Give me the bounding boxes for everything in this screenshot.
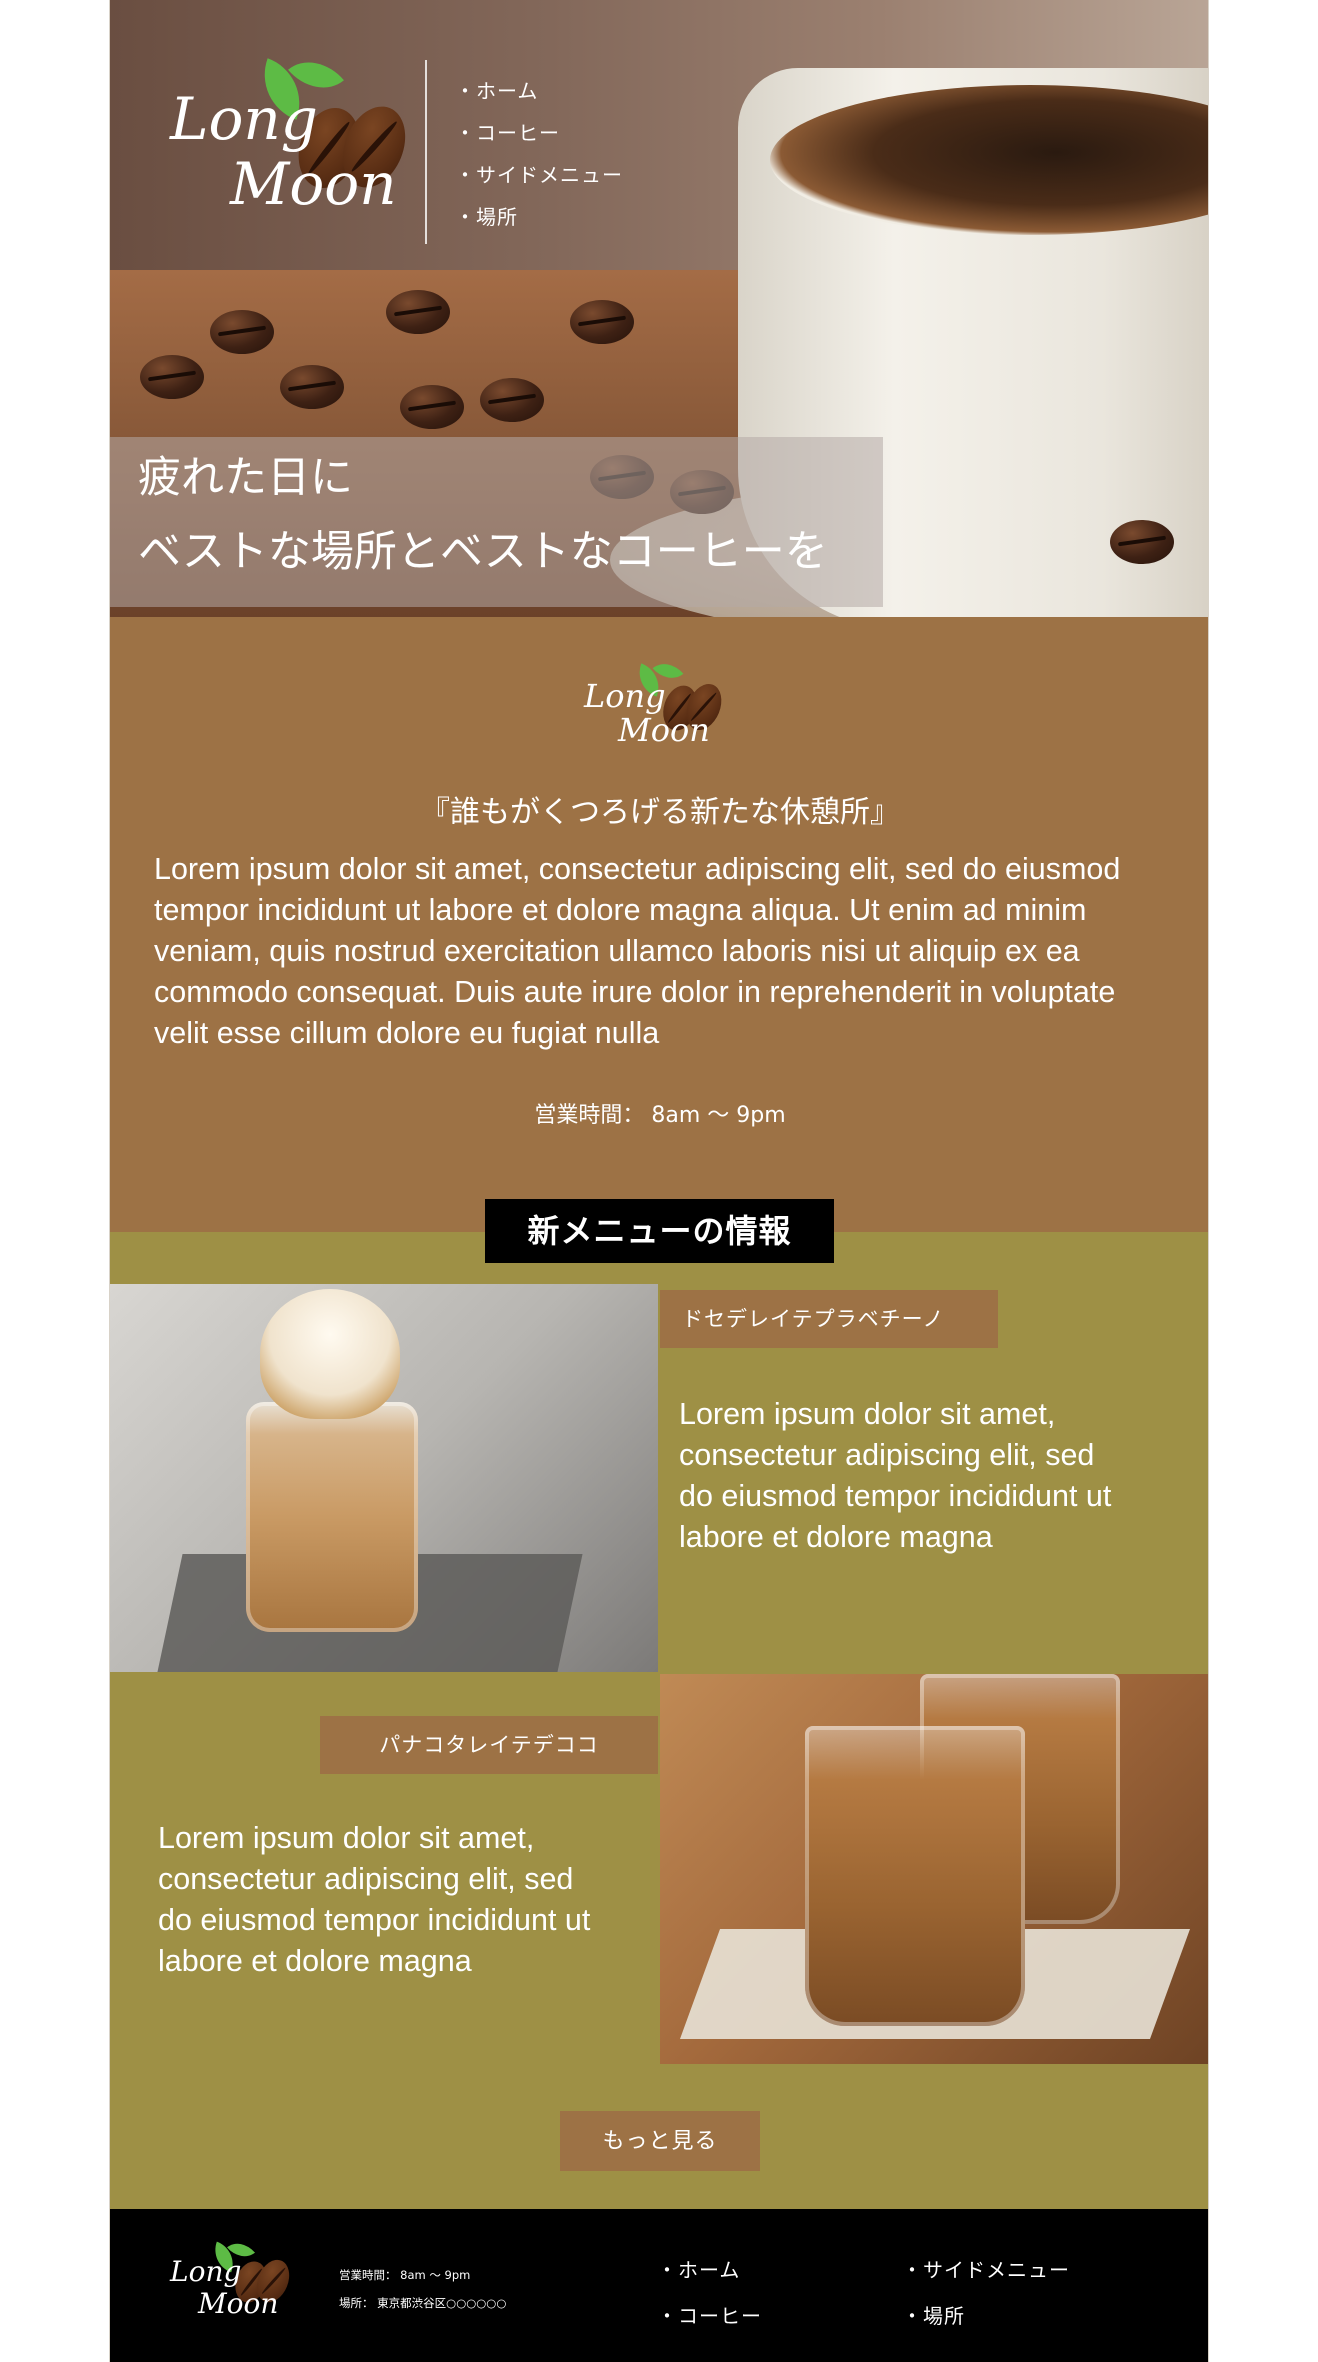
logo-text-long: Long [584,677,666,715]
footer-nav-home[interactable]: ホーム [657,2247,762,2293]
footer-nav-location[interactable]: 場所 [902,2293,1070,2339]
footer-nav-coffee[interactable]: コーヒー [657,2293,762,2339]
menu-item-1-photo [110,1284,658,1672]
nav-item-coffee[interactable]: コーヒー [455,112,623,154]
new-menu-title: 新メニューの情報 [485,1199,834,1263]
coffee-bean-image [570,300,634,344]
footer-address: 場所： 東京都渋谷区○○○○○○ [339,2296,507,2310]
logo-text-moon: Moon [618,711,710,749]
footer-nav-col-1: ホーム コーヒー [657,2247,762,2339]
menu-item-1-description: Lorem ipsum dolor sit amet, consectetur … [679,1397,1112,1554]
coffee-bean-image [210,310,274,354]
page: Long Moon ホーム コーヒー サイドメニュー 場所 疲れた日に ベストな… [109,0,1209,2362]
coffee-bean-image [140,355,204,399]
menu-item-2-description: Lorem ipsum dolor sit amet, consectetur … [158,1821,591,1978]
nav-divider [425,60,427,244]
footer-hours: 営業時間： 8am 〜 9pm [339,2268,471,2282]
footer-info: 営業時間： 8am 〜 9pm 場所： 東京都渋谷区○○○○○○ [339,2261,506,2317]
footer-logo[interactable]: Long Moon [170,2235,300,2332]
intro-body-text: Lorem ipsum dolor sit amet, consectetur … [154,852,1121,1050]
intro-section: Long Moon 『誰もがくつろげる新たな休憩所』 Lorem ipsum d… [110,617,1208,1232]
coffee-bean-image [400,385,464,429]
logo-text-long: Long [170,2255,242,2288]
logo-text-moon: Moon [230,150,397,218]
nav-item-location[interactable]: 場所 [455,196,623,238]
photo-detail [246,1402,418,1632]
hero-banner: Long Moon ホーム コーヒー サイドメニュー 場所 疲れた日に ベストな… [110,0,1208,617]
footer: Long Moon 営業時間： 8am 〜 9pm 場所： 東京都渋谷区○○○○… [110,2209,1208,2362]
menu-item-2-photo [660,1674,1208,2064]
coffee-bean-image [386,290,450,334]
hero-caption-line1: 疲れた日に [138,453,353,503]
photo-detail [805,1726,1025,2026]
intro-tagline: 『誰もがくつろげる新たな休憩所』 [420,795,900,830]
see-more-button[interactable]: もっと見る [560,2111,760,2171]
footer-nav-col-2: サイドメニュー 場所 [902,2247,1070,2339]
nav-item-home[interactable]: ホーム [455,70,623,112]
new-menu-section: 新メニューの情報 ドセデレイテプラベチーノ Lorem ipsum dolor … [110,1199,1208,2209]
menu-item-1-name: ドセデレイテプラベチーノ [660,1290,998,1348]
hero-caption-line2: ベストな場所とベストなコーヒーを [138,527,828,577]
intro-logo: Long Moon [584,655,744,765]
coffee-bean-image [1110,520,1174,564]
coffee-bean-image [480,378,544,422]
photo-detail [260,1289,400,1419]
header-logo[interactable]: Long Moon [170,45,420,235]
coffee-bean-image [280,365,344,409]
logo-text-moon: Moon [198,2287,279,2320]
logo-text-long: Long [170,85,318,153]
footer-nav-side-menu[interactable]: サイドメニュー [902,2247,1070,2293]
business-hours: 営業時間： 8am 〜 9pm [534,1103,786,1128]
main-nav: ホーム コーヒー サイドメニュー 場所 [455,70,623,238]
nav-item-side-menu[interactable]: サイドメニュー [455,154,623,196]
hero-caption: 疲れた日に ベストな場所とベストなコーヒーを [110,437,883,607]
menu-item-2-name: パナコタレイテデココ [320,1716,658,1774]
